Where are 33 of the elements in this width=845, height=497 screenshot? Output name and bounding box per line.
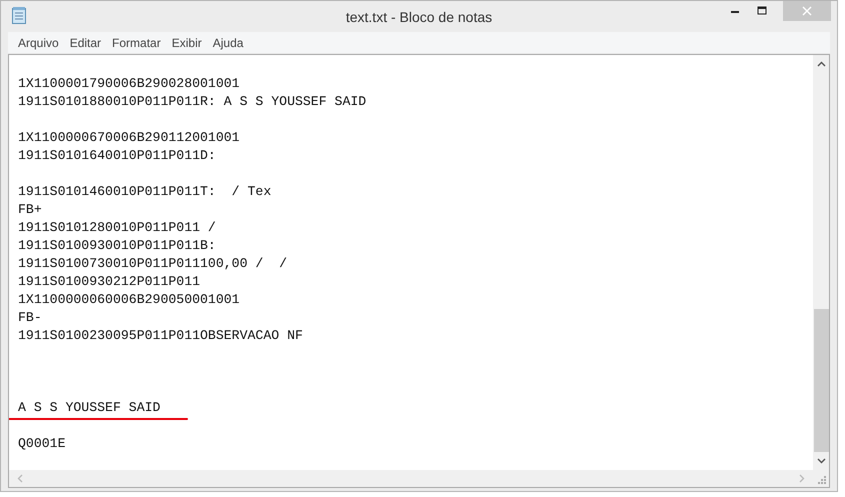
text-line: 1911S0100730010P011P011100,00 / / xyxy=(18,256,288,271)
close-icon xyxy=(802,6,812,16)
close-button[interactable] xyxy=(783,1,831,21)
maximize-icon xyxy=(756,6,766,16)
menu-item[interactable]: Ajuda xyxy=(208,36,248,50)
menu-item[interactable]: Editar xyxy=(64,36,106,50)
text-line: 1911S0101460010P011P011T: / Tex xyxy=(18,184,272,199)
menu-item[interactable]: Formatar xyxy=(107,36,166,50)
text-line: 1X1100000670006B290112001001 xyxy=(18,130,240,145)
resize-grip-icon[interactable] xyxy=(818,476,826,484)
menu-item[interactable]: Arquivo xyxy=(13,36,64,50)
text-line: 1911S0100230095P011P011OBSERVACAO NF xyxy=(18,328,303,343)
text-line: FB- xyxy=(18,310,42,325)
horizontal-scrollbar[interactable] xyxy=(9,470,813,487)
scroll-thumb[interactable] xyxy=(814,309,829,452)
text-line: A S S YOUSSEF SAID xyxy=(18,400,160,415)
vertical-scrollbar[interactable] xyxy=(813,55,829,470)
scroll-down-icon[interactable] xyxy=(816,458,826,464)
text-line: 1X1100000060006B290050001001 xyxy=(18,292,240,307)
scroll-left-icon[interactable] xyxy=(17,474,23,483)
text-line: FB+ xyxy=(18,202,42,217)
text-line: 1911S0100930212P011P011 xyxy=(18,274,200,289)
window-title: text.txt - Bloco de notas xyxy=(346,9,492,25)
scroll-right-icon[interactable] xyxy=(799,474,805,483)
text-line: Q0001E xyxy=(18,436,66,451)
text-line: 1X1100001790006B290028001001 xyxy=(18,76,240,91)
notepad-icon xyxy=(12,7,26,24)
text-line: 1911S0101640010P011P011D: xyxy=(18,148,216,163)
text-line: 1911S0101880010P011P011R: A S S YOUSSEF SAID xyxy=(18,94,366,109)
menu-item[interactable]: Exibir xyxy=(166,36,207,50)
scroll-up-icon[interactable] xyxy=(816,61,826,67)
text-line: 1911S0101280010P011P011 / xyxy=(18,220,216,235)
text-line: 1911S0100930010P011P011B: xyxy=(18,238,216,253)
